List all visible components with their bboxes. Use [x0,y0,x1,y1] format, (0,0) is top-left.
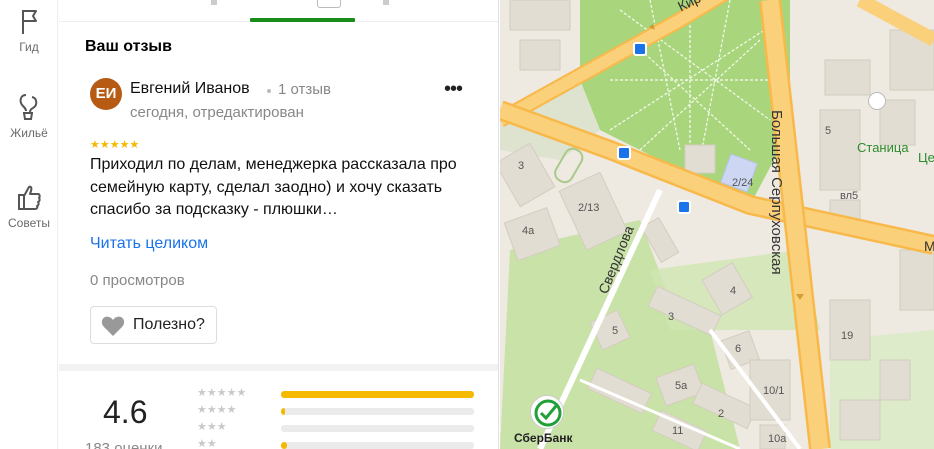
review-date: сегодня, отредактирован [130,104,304,121]
rating-bar-stars: ★★★★ [197,404,237,416]
active-tab-indicator [250,18,355,22]
more-options-button[interactable]: ••• [441,79,465,102]
house-number: 19 [841,330,854,342]
house-number: 3 [518,160,525,172]
useful-button[interactable]: Полезно? [90,306,217,344]
section-divider [59,364,498,371]
rating-bar-row: ★★★★★ [197,387,475,402]
house-number: 2/24 [732,177,754,189]
app-root: Гид Жильё Советы Ваш отзыв ЕИ Евгений Ив… [0,0,934,449]
poi-label[interactable]: Це [918,150,934,165]
review-stars: ★★★★★ [90,139,140,151]
rail-item-label: Гид [19,40,39,54]
house-number: 2 [718,408,725,420]
street-label: М [924,238,934,254]
house-number: 5a [675,380,688,392]
map-canvas[interactable] [500,0,934,449]
poi-label[interactable]: Станица [857,140,909,155]
house-number: 2/13 [578,202,600,214]
review-panel: Ваш отзыв ЕИ Евгений Иванов 1 отзыв сего… [59,0,499,449]
tab-partial[interactable] [211,0,217,5]
thumbs-up-icon [18,185,41,210]
rating-bar-stars: ★★★ [197,421,227,433]
sberbank-logo-icon [534,399,562,427]
review-text: Приходил по делам, менеджерка рассказала… [90,156,457,218]
rating-bar-fill [281,391,474,398]
left-rail: Гид Жильё Советы [0,0,58,449]
rating-bar-stars: ★★ [197,438,217,449]
tab-badge [317,0,341,8]
bus-stop-icon[interactable] [617,146,631,160]
tab-bar [59,0,498,22]
heart-icon [101,316,125,336]
house-number: 6 [735,343,742,355]
author-name[interactable]: Евгений Иванов [130,80,250,98]
views-count: 0 просмотров [90,272,185,289]
rail-item-label: Жильё [10,126,48,140]
rating-bar-stars: ★★★★★ [197,387,247,399]
avatar[interactable]: ЕИ [90,78,122,110]
separator-dot [267,89,271,93]
sberbank-marker[interactable] [530,395,564,429]
house-number: 3 [668,311,675,323]
house-number: 5 [825,125,832,137]
house-number: 4a [522,225,535,237]
section-title: Ваш отзыв [85,38,172,55]
house-number: 5 [612,325,619,337]
street-label: Большая Серпуховская [768,110,785,275]
bus-stop-icon[interactable] [677,200,691,214]
rating-bar-track [281,425,474,432]
rating-bar-fill [281,408,285,415]
poi-label[interactable]: СберБанк [514,431,572,445]
author-review-count: 1 отзыв [278,81,332,98]
poi-marker-icon[interactable] [868,92,886,110]
map-view[interactable]: Кирова Большая Серпуховская Свердлова М … [500,0,934,449]
read-more-link[interactable]: Читать целиком [90,235,208,253]
rating-value: 4.6 [103,394,148,430]
house-number: 4 [730,285,737,297]
rating-bar-fill [281,442,287,449]
house-number: 10a [768,433,787,445]
tab-partial[interactable] [383,0,389,5]
rating-bar-row: ★★ [197,438,475,449]
rail-item-housing[interactable]: Жильё [0,92,58,140]
rail-item-tips[interactable]: Советы [0,182,58,230]
flag-icon [22,10,37,34]
rating-bar-track [281,391,474,398]
rail-item-guide[interactable]: Гид [0,6,58,54]
house-number: 11 [672,425,684,437]
house-number: вл5 [840,190,859,202]
balloon-icon [19,94,38,120]
rating-bar-row: ★★★★ [197,404,475,419]
house-number: 10/1 [763,385,785,397]
rating-count: 183 оценки [85,440,163,449]
rating-bar-track [281,408,474,415]
rail-item-label: Советы [8,216,50,230]
useful-label: Полезно? [133,316,205,333]
bus-stop-icon[interactable] [633,42,647,56]
rating-bar-track [281,442,474,449]
rating-bar-row: ★★★ [197,421,475,436]
